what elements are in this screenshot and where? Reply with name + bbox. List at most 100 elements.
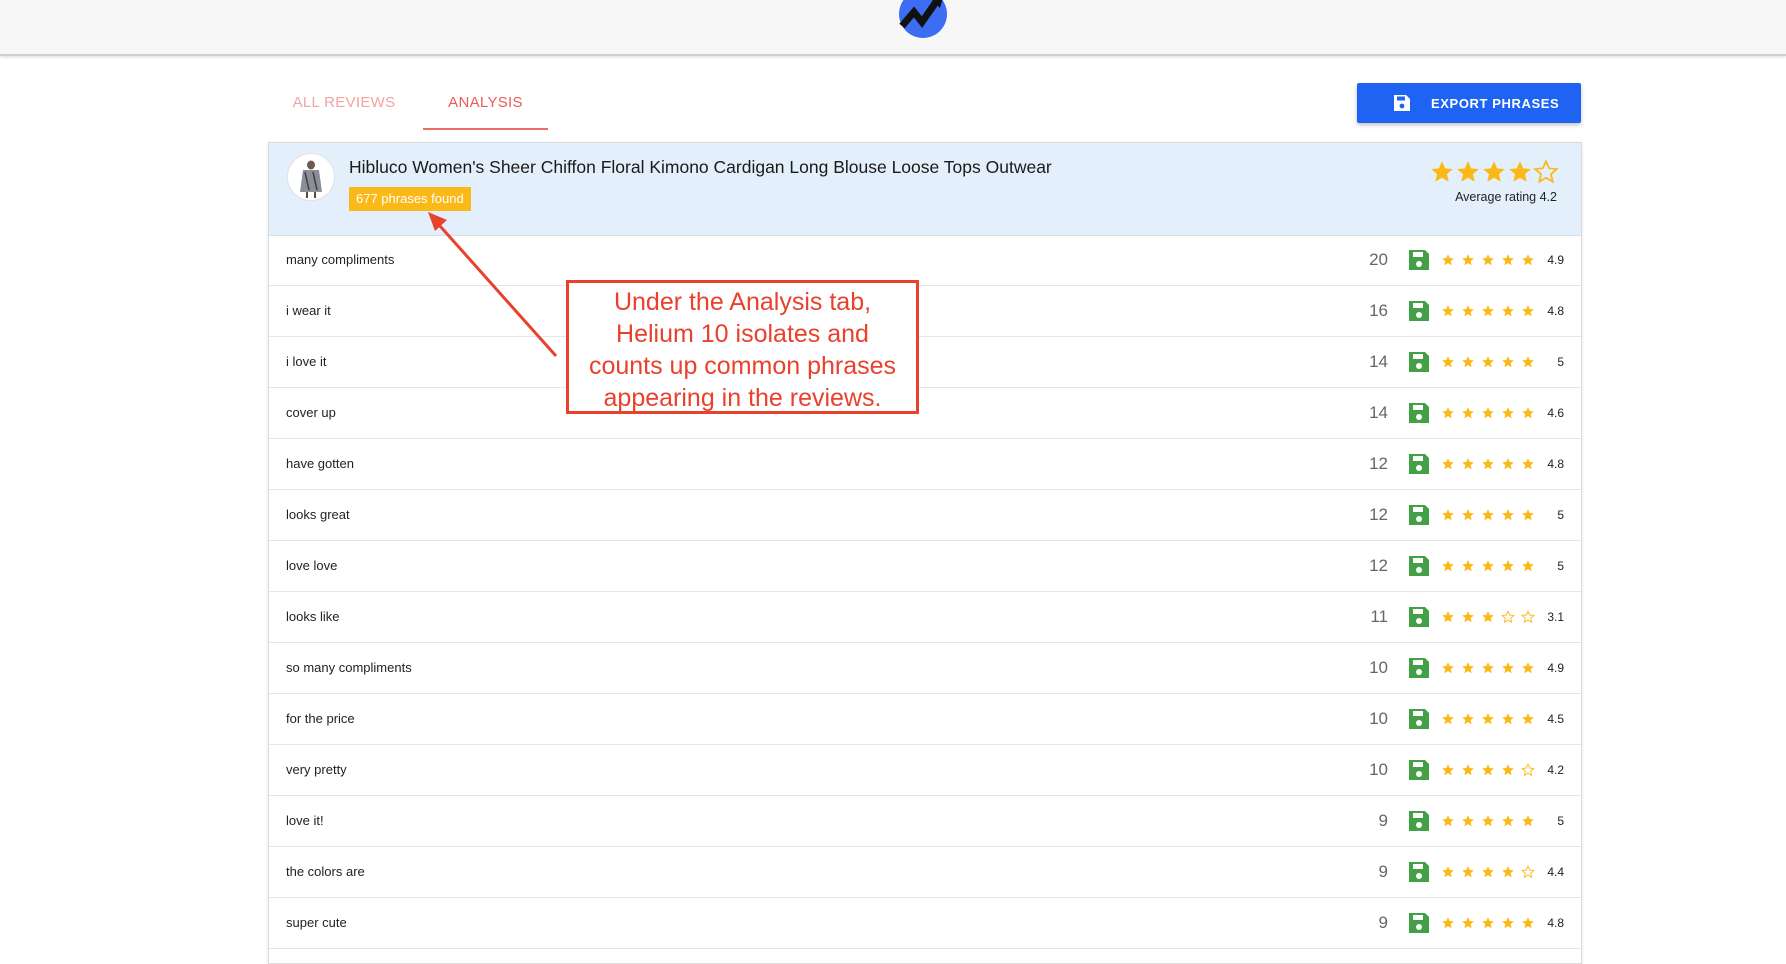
phrase-row[interactable]: love it! 9 5 (269, 796, 1581, 847)
phrase-star-rating (1441, 814, 1541, 830)
star-filled-icon (1462, 509, 1474, 521)
save-phrase-icon[interactable] (1408, 453, 1430, 475)
phrase-star-rating (1441, 355, 1541, 371)
phrase-row[interactable]: many compliments 20 4.9 (269, 235, 1581, 286)
save-phrase-icon[interactable] (1408, 606, 1430, 628)
phrase-text: super cute (286, 915, 347, 930)
phrase-star-rating (1441, 253, 1541, 269)
star-filled-icon (1502, 662, 1514, 674)
phrase-text: have gotten (286, 456, 354, 471)
phrase-star-rating (1441, 865, 1541, 881)
save-phrase-icon[interactable] (1408, 657, 1430, 679)
save-phrase-icon[interactable] (1408, 759, 1430, 781)
phrase-row[interactable]: love love 12 5 (269, 541, 1581, 592)
star-filled-icon (1442, 713, 1454, 725)
phrase-row[interactable]: for the price 10 4.5 (269, 694, 1581, 745)
save-phrase-icon[interactable] (1408, 708, 1430, 730)
star-filled-icon (1502, 713, 1514, 725)
star-filled-icon (1502, 356, 1514, 368)
star-filled-icon (1442, 815, 1454, 827)
save-phrase-icon[interactable] (1408, 555, 1430, 577)
phrase-text: cover up (286, 405, 336, 420)
star-empty-icon (1521, 763, 1535, 777)
star-filled-icon (1502, 254, 1514, 266)
star-filled-icon (1482, 815, 1494, 827)
tab-bar: ALL REVIEWS ANALYSIS (268, 80, 768, 130)
phrase-text: love it! (286, 813, 324, 828)
save-phrase-icon[interactable] (1408, 300, 1430, 322)
star-filled-icon (1442, 560, 1454, 572)
phrase-row[interactable]: the colors are 9 4.4 (269, 847, 1581, 898)
phrase-rating: 4.5 (1547, 712, 1564, 726)
save-phrase-icon[interactable] (1408, 912, 1430, 934)
save-phrase-icon[interactable] (1408, 861, 1430, 883)
annotation-line: Helium 10 isolates and (616, 320, 869, 348)
phrase-row[interactable]: cover up 14 4.6 (269, 388, 1581, 439)
phrase-list: many compliments 20 4.9 i wear it 16 4.8 i lov… (269, 235, 1581, 949)
phrase-rating: 5 (1557, 814, 1564, 828)
phrase-star-rating (1441, 661, 1541, 677)
star-filled-icon (1462, 764, 1474, 776)
phrase-row[interactable]: so many compliments 10 4.9 (269, 643, 1581, 694)
phrase-row[interactable]: very pretty 10 4.2 (269, 745, 1581, 796)
phrase-count: 11 (1370, 607, 1388, 626)
phrase-row[interactable]: looks great 12 5 (269, 490, 1581, 541)
phrase-count: 12 (1369, 556, 1388, 575)
phrase-count: 9 (1378, 913, 1388, 932)
tab-analysis[interactable]: ANALYSIS (423, 80, 548, 130)
star-filled-icon (1462, 917, 1474, 929)
star-empty-icon (1501, 610, 1515, 624)
star-filled-icon (1442, 407, 1454, 419)
phrase-count: 12 (1369, 454, 1388, 473)
star-filled-icon (1462, 713, 1474, 725)
phrase-count: 14 (1369, 403, 1388, 422)
star-filled-icon (1442, 509, 1454, 521)
save-phrase-icon[interactable] (1408, 402, 1430, 424)
star-filled-icon (1442, 917, 1454, 929)
phrase-row[interactable]: i wear it 16 4.8 (269, 286, 1581, 337)
star-filled-icon (1502, 305, 1514, 317)
export-phrases-label: EXPORT PHRASES (1431, 95, 1560, 111)
phrase-row[interactable]: looks like 11 3.1 (269, 592, 1581, 643)
star-filled-icon (1522, 662, 1534, 674)
helium10-logo-icon[interactable] (896, 0, 950, 40)
save-phrase-icon[interactable] (1408, 351, 1430, 373)
phrase-rating: 4.4 (1547, 865, 1564, 879)
product-thumbnail[interactable] (287, 153, 335, 201)
star-filled-icon (1482, 560, 1494, 572)
phrase-rating: 4.8 (1547, 304, 1564, 318)
star-filled-icon (1482, 254, 1494, 266)
star-filled-icon (1442, 254, 1454, 266)
phrase-star-rating (1441, 559, 1541, 575)
star-filled-icon (1482, 356, 1494, 368)
star-filled-icon (1522, 458, 1534, 470)
export-phrases-button[interactable]: EXPORT PHRASES (1357, 83, 1581, 123)
star-filled-icon (1442, 458, 1454, 470)
phrase-rating: 5 (1557, 355, 1564, 369)
phrase-count: 10 (1369, 760, 1388, 779)
star-filled-icon (1502, 815, 1514, 827)
header-star-rating (1429, 159, 1559, 190)
star-filled-icon (1502, 917, 1514, 929)
tab-all-reviews[interactable]: ALL REVIEWS (268, 80, 420, 128)
star-filled-icon (1522, 560, 1534, 572)
star-filled-icon (1442, 305, 1454, 317)
star-filled-icon (1462, 815, 1474, 827)
phrase-count: 16 (1369, 301, 1388, 320)
phrase-star-rating (1441, 406, 1541, 422)
save-phrase-icon[interactable] (1408, 504, 1430, 526)
phrase-row[interactable]: have gotten 12 4.8 (269, 439, 1581, 490)
phrase-star-rating (1441, 916, 1541, 932)
star-filled-icon (1462, 560, 1474, 572)
star-filled-icon (1482, 509, 1494, 521)
save-phrase-icon[interactable] (1408, 810, 1430, 832)
star-filled-icon (1462, 611, 1474, 623)
annotation-callout: Under the Analysis tab, Helium 10 isolat… (566, 280, 919, 414)
product-title[interactable]: Hibluco Women's Sheer Chiffon Floral Kim… (349, 157, 1052, 178)
phrase-row[interactable]: i love it 14 5 (269, 337, 1581, 388)
phrase-row[interactable]: super cute 9 4.8 (269, 898, 1581, 949)
phrase-count: 10 (1369, 658, 1388, 677)
save-phrase-icon[interactable] (1408, 249, 1430, 271)
star-filled-icon (1482, 407, 1494, 419)
star-filled-icon (1502, 458, 1514, 470)
